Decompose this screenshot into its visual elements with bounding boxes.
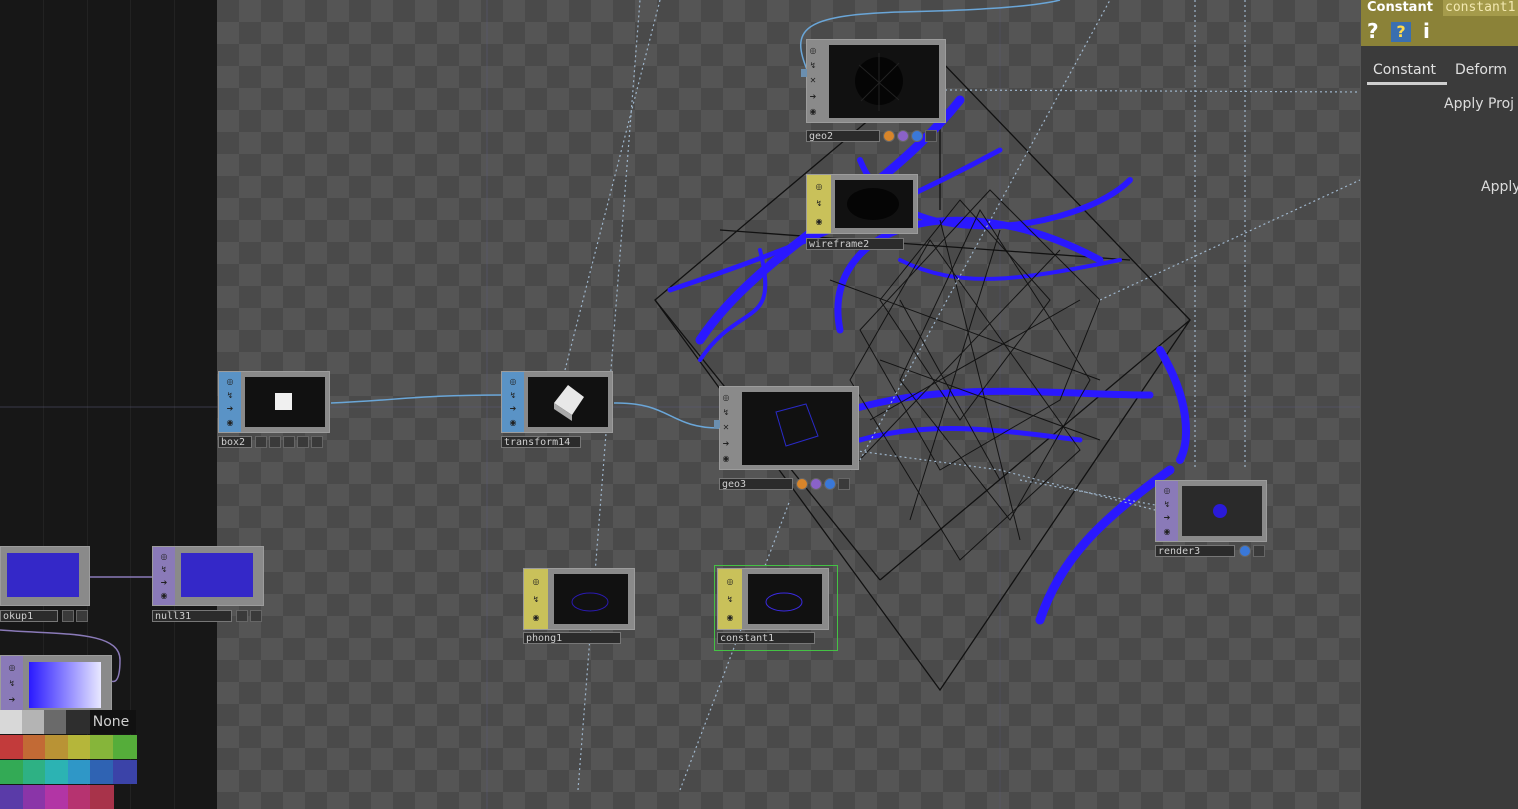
phong1-node[interactable]: ◎ ↯ ◉ phong1	[523, 568, 637, 648]
node-color-palette: None	[0, 710, 137, 809]
node-flag-strip[interactable]: ◎ ↯ ➔ ◉	[153, 547, 175, 605]
python-help-icon[interactable]: ?	[1391, 22, 1411, 42]
palette-swatch[interactable]	[22, 710, 46, 734]
node-name[interactable]: wireframe2	[806, 238, 904, 250]
box2-viewer	[245, 377, 325, 427]
palette-swatch[interactable]	[45, 735, 70, 759]
palette-swatch[interactable]	[0, 735, 24, 759]
node-flag-strip[interactable]: ◎ ↯ ➔	[1, 656, 23, 711]
node-name[interactable]: transform14	[501, 436, 581, 448]
param-apply-projection-label: Apply Proj	[1444, 96, 1515, 112]
node-flag-strip[interactable]: ◎ ↯ ◉	[524, 569, 548, 629]
palette-swatch[interactable]	[45, 760, 70, 784]
node-name[interactable]: render3	[1155, 545, 1235, 557]
node-body: ◎ ↯ ➔	[0, 655, 112, 712]
palette-swatch[interactable]	[67, 735, 92, 759]
palette-swatch[interactable]	[22, 760, 47, 784]
palette-swatch[interactable]	[90, 760, 115, 784]
palette-swatch[interactable]	[22, 735, 47, 759]
node-body: ◎ ↯ ✕ ➔ ◉	[806, 39, 946, 123]
palette-swatch[interactable]	[67, 760, 92, 784]
node-body: ◎ ↯ ➔ ◉	[218, 371, 330, 433]
palette-swatch[interactable]	[45, 785, 70, 809]
geo3-node[interactable]: ◎ ↯ ✕ ➔ ◉ geo3	[714, 386, 859, 494]
input-connector[interactable]	[714, 420, 720, 428]
palette-swatch[interactable]	[90, 785, 115, 809]
palette-swatch[interactable]	[0, 785, 24, 809]
box2-node[interactable]: ◎ ↯ ➔ ◉ box2	[218, 371, 332, 451]
info-icon[interactable]: i	[1423, 20, 1430, 42]
node-viewer-flags[interactable]	[62, 610, 88, 622]
node-name[interactable]: null31	[152, 610, 232, 622]
node-body: ◎ ↯ ✕ ➔ ◉	[719, 386, 859, 470]
node-flag-strip[interactable]: ◎ ↯ ✕ ➔ ◉	[720, 387, 732, 469]
node-body: ◎ ↯ ➔ ◉	[1155, 480, 1267, 542]
ramp-node[interactable]: ◎ ↯ ➔	[0, 655, 114, 712]
transform14-viewer	[528, 377, 608, 427]
node-viewer-flags[interactable]	[883, 130, 937, 142]
wireframe2-viewer	[835, 180, 913, 228]
node-body: ◎ ↯ ◉	[806, 174, 918, 234]
phong1-viewer	[554, 574, 628, 624]
ramp-viewer	[29, 662, 101, 708]
palette-swatch[interactable]	[0, 710, 24, 734]
node-name[interactable]: geo3	[719, 478, 793, 490]
node-body: ◎ ↯ ➔ ◉	[501, 371, 613, 433]
palette-swatch[interactable]	[22, 785, 47, 809]
node-name[interactable]: geo2	[806, 130, 880, 142]
node-flag-strip[interactable]: ◎ ↯ ◉	[807, 175, 831, 233]
node-body: ◎ ↯ ◉	[717, 568, 829, 630]
node-name[interactable]: constant1	[717, 632, 815, 644]
node-name[interactable]: box2	[218, 436, 252, 448]
operator-name-field[interactable]: constant1	[1443, 0, 1518, 16]
palette-none-option[interactable]: None	[86, 710, 136, 734]
node-flag-strip[interactable]: ◎ ↯ ➔ ◉	[219, 372, 241, 432]
constant1-viewer	[748, 574, 822, 624]
palette-swatch[interactable]	[66, 710, 90, 734]
node-name[interactable]: okup1	[0, 610, 58, 622]
question-icon[interactable]: ?	[1367, 20, 1379, 42]
node-viewer-flags[interactable]	[236, 610, 262, 622]
transform14-node[interactable]: ◎ ↯ ➔ ◉ transform14	[501, 371, 615, 451]
pane-divider	[174, 0, 175, 809]
wireframe2-node[interactable]: ◎ ↯ ◉ wireframe2	[806, 174, 920, 254]
node-name[interactable]: phong1	[523, 632, 621, 644]
tab-constant[interactable]: Constant	[1373, 62, 1436, 78]
node-body: ◎ ↯ ➔ ◉	[152, 546, 264, 606]
node-flag-strip[interactable]: ◎ ↯ ➔ ◉	[1156, 481, 1178, 541]
pane-divider	[130, 0, 131, 809]
node-viewer-flags[interactable]	[255, 436, 323, 448]
lookup1-node[interactable]: okup1	[0, 546, 92, 626]
lookup1-viewer	[7, 553, 79, 597]
node-flag-strip[interactable]: ◎ ↯ ◉	[718, 569, 742, 629]
node-body	[0, 546, 90, 606]
palette-swatch[interactable]	[44, 710, 68, 734]
null31-viewer	[181, 553, 253, 597]
tab-deform[interactable]: Deform	[1455, 62, 1507, 78]
palette-swatch[interactable]	[113, 735, 137, 759]
palette-swatch[interactable]	[67, 785, 92, 809]
active-tab-indicator	[1367, 82, 1447, 85]
null31-node[interactable]: ◎ ↯ ➔ ◉ null31	[152, 546, 266, 626]
render3-viewer	[1182, 486, 1262, 536]
input-connector[interactable]	[801, 69, 807, 77]
constant1-node[interactable]: ◎ ↯ ◉ constant1	[714, 565, 838, 651]
node-flag-strip[interactable]: ◎ ↯ ✕ ➔ ◉	[807, 40, 819, 122]
parameter-panel: Constant constant1 ? ? i Constant Deform…	[1360, 0, 1518, 809]
param-apply-label: Apply	[1481, 179, 1518, 195]
geo2-viewer	[829, 45, 939, 118]
palette-swatch[interactable]	[0, 760, 24, 784]
geo3-viewer	[742, 392, 852, 465]
node-viewer-flags[interactable]	[1239, 545, 1265, 557]
node-body: ◎ ↯ ◉	[523, 568, 635, 630]
parameter-header: Constant constant1 ? ? i	[1361, 0, 1518, 46]
geo2-node[interactable]: ◎ ↯ ✕ ➔ ◉ geo2	[801, 39, 946, 145]
palette-swatch[interactable]	[113, 760, 137, 784]
palette-swatch[interactable]	[90, 735, 115, 759]
render3-node[interactable]: ◎ ↯ ➔ ◉ render3	[1155, 480, 1269, 560]
node-flag-strip[interactable]: ◎ ↯ ➔ ◉	[502, 372, 524, 432]
operator-type: Constant	[1367, 0, 1433, 15]
node-viewer-flags[interactable]	[796, 478, 850, 490]
